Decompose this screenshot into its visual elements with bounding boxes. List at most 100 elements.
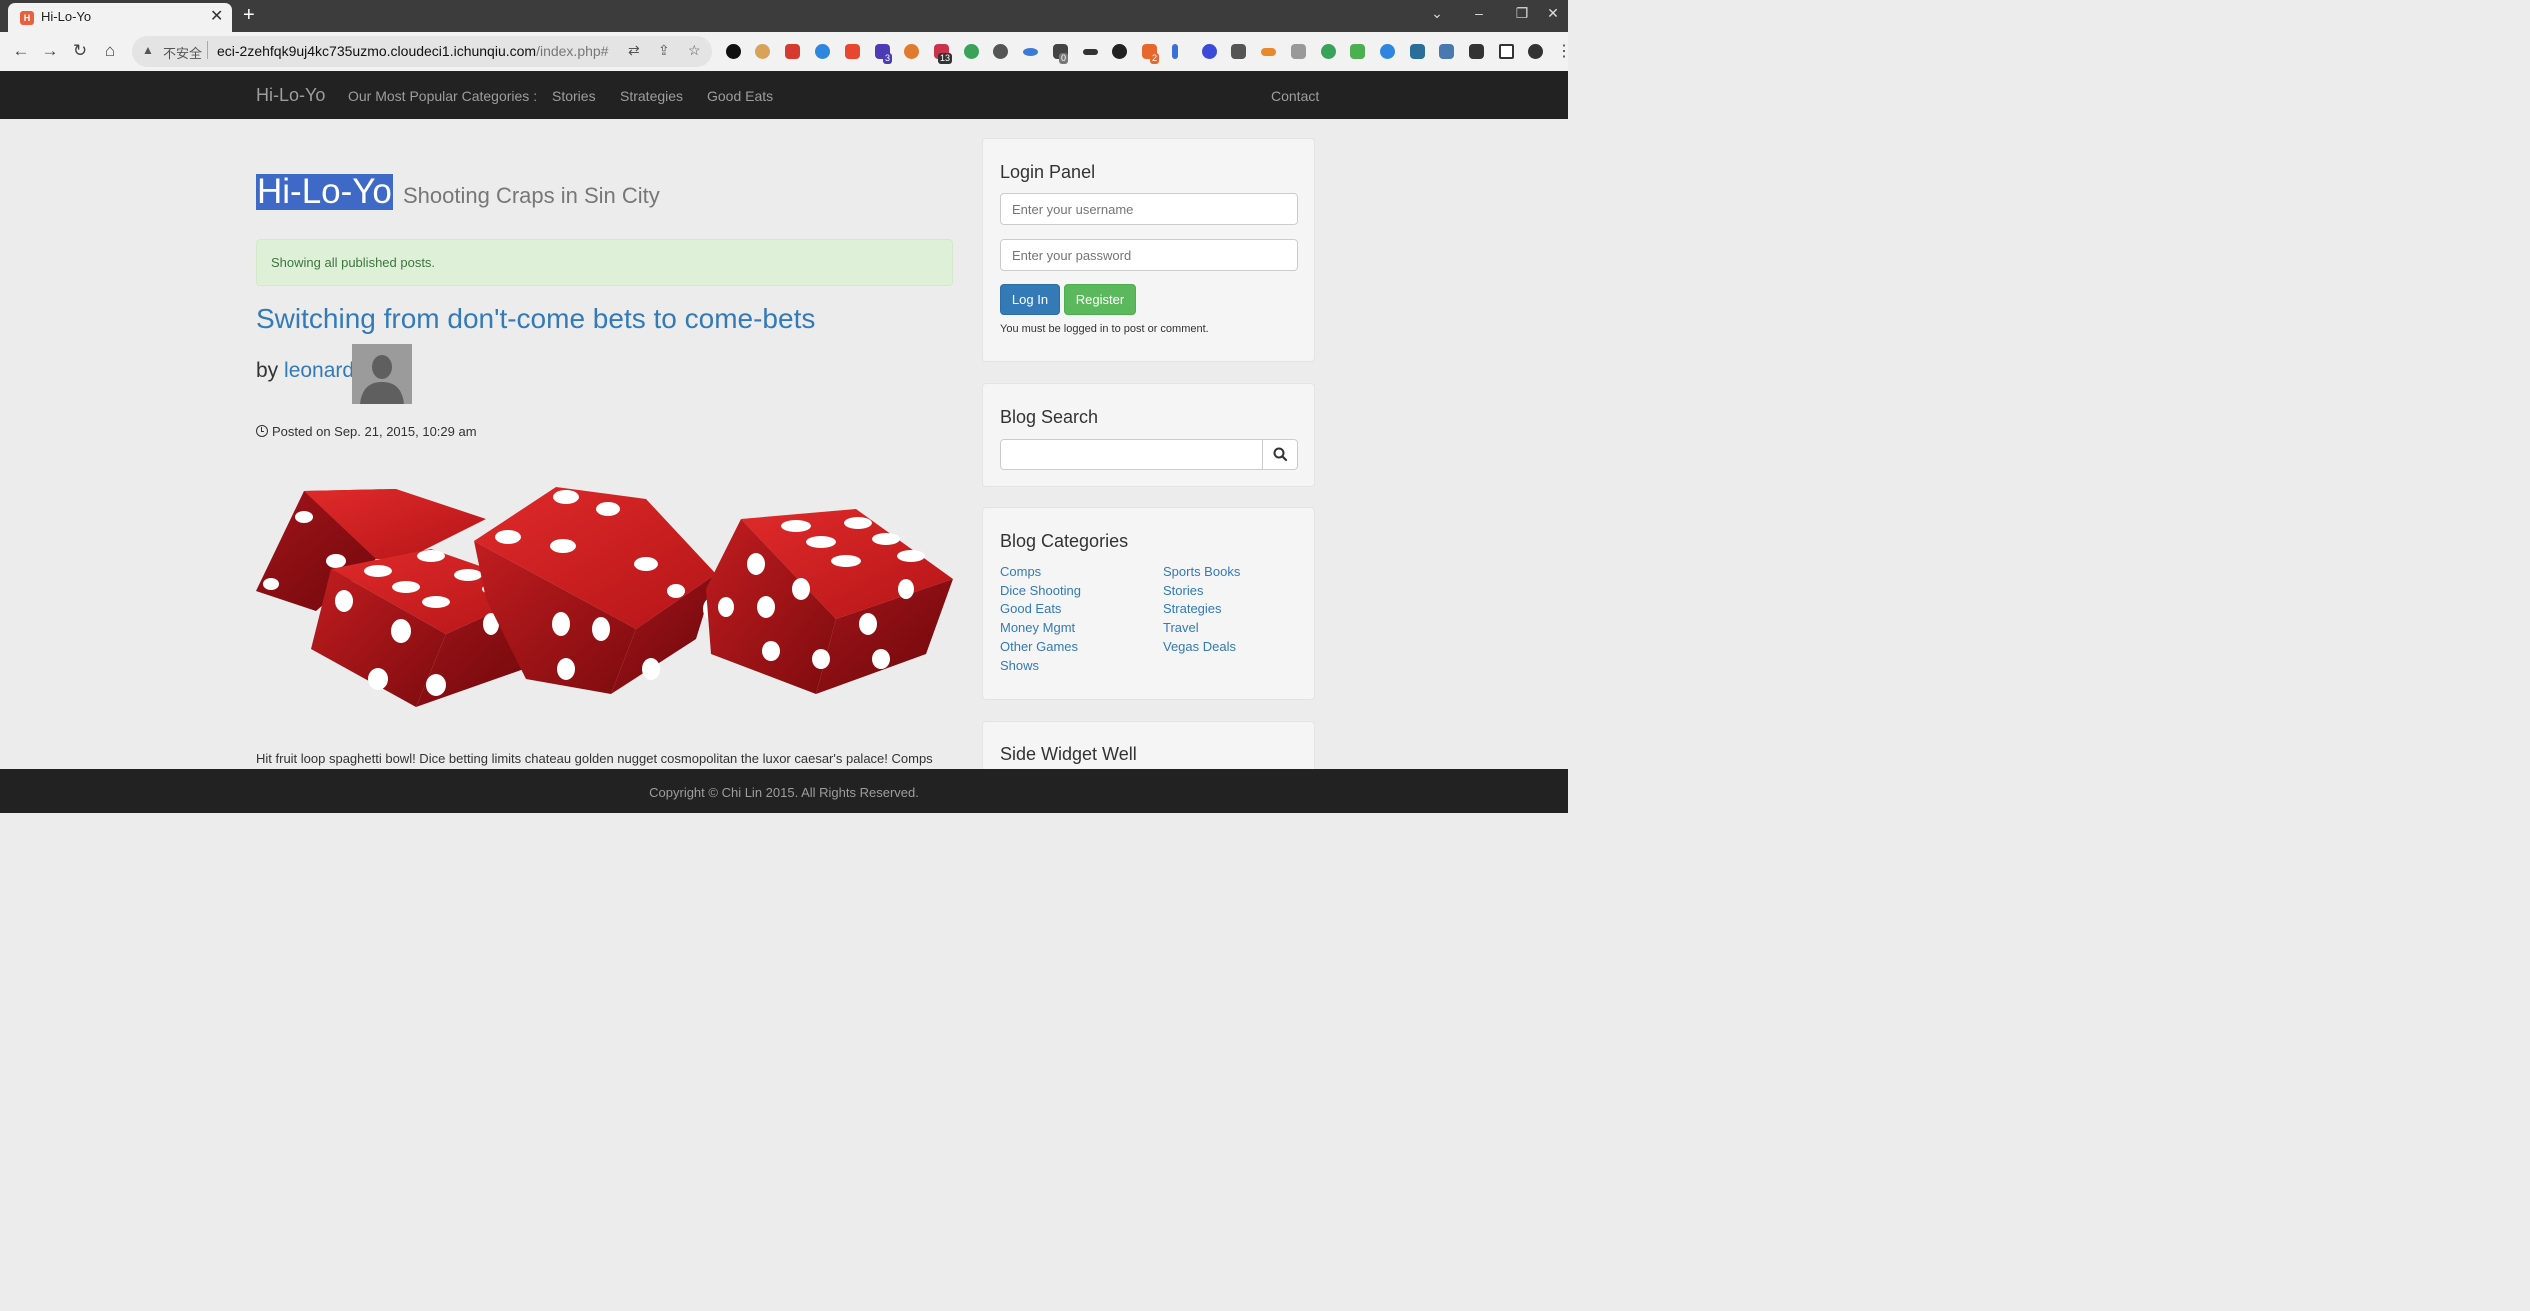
- status-alert: Showing all published posts.: [256, 239, 953, 286]
- extension-icon[interactable]: [726, 44, 741, 59]
- post-title-link[interactable]: Switching from don't-come bets to come-b…: [256, 303, 815, 335]
- side-panel-icon[interactable]: [1499, 44, 1514, 59]
- tab-strip: H Hi-Lo-Yo ✕ + ⌄ – ❐ ✕: [0, 0, 1568, 32]
- site-favicon-icon: H: [20, 11, 34, 25]
- browser-tab[interactable]: H Hi-Lo-Yo ✕: [8, 3, 232, 32]
- dice-image: [256, 487, 953, 707]
- extension-icon[interactable]: [1202, 44, 1217, 59]
- extension-icon[interactable]: [1083, 49, 1098, 55]
- extension-icon[interactable]: [1321, 44, 1336, 59]
- globe-extension-icon[interactable]: [964, 44, 979, 59]
- user-silhouette-icon: [352, 344, 412, 404]
- password-field[interactable]: [1000, 239, 1298, 271]
- extension-icon[interactable]: [1023, 48, 1038, 56]
- main-content: Hi-Lo-Yo Shooting Craps in Sin City Show…: [0, 119, 1568, 769]
- url-path: /index.php#: [536, 43, 609, 59]
- profile-icon[interactable]: [1528, 44, 1543, 59]
- extension-icon[interactable]: [1439, 44, 1454, 59]
- extension-icon[interactable]: [785, 44, 800, 59]
- cookie-extension-icon[interactable]: [755, 44, 770, 59]
- menu-icon[interactable]: ⋮: [1556, 41, 1568, 61]
- extension-badge: 0: [1059, 53, 1069, 64]
- post-excerpt: Hit fruit loop spaghetti bowl! Dice bett…: [256, 751, 933, 766]
- extension-badge: 2: [1150, 53, 1160, 64]
- reload-icon[interactable]: ↻: [68, 40, 92, 62]
- post-byline: by leonard: [256, 359, 354, 383]
- restore-icon[interactable]: ❐: [1512, 4, 1532, 22]
- extension-icon[interactable]: [1172, 44, 1178, 59]
- bookmark-star-icon[interactable]: ☆: [688, 42, 701, 59]
- side-widget-panel: Side Widget Well: [982, 721, 1315, 769]
- site-footer: Copyright © Chi Lin 2015. All Rights Res…: [0, 769, 1568, 813]
- close-window-icon[interactable]: ✕: [1543, 4, 1563, 22]
- login-panel-title: Login Panel: [1000, 162, 1096, 182]
- page-tagline: Shooting Craps in Sin City: [403, 183, 660, 208]
- url-text[interactable]: eci-2zehfqk9uj4kc735uzmo.cloudeci1.ichun…: [217, 43, 608, 59]
- blog-categories-panel: Blog Categories Comps Dice Shooting Good…: [982, 507, 1315, 700]
- page-heading: Hi-Lo-Yo Shooting Craps in Sin City: [256, 172, 660, 211]
- page-title: Hi-Lo-Yo: [256, 172, 393, 211]
- extension-icon[interactable]: [1231, 44, 1246, 59]
- extension-icon[interactable]: [1410, 44, 1425, 59]
- nav-stories[interactable]: Stories: [552, 88, 596, 104]
- extension-icon[interactable]: [1112, 44, 1127, 59]
- tab-title: Hi-Lo-Yo: [41, 9, 92, 24]
- search-button[interactable]: [1262, 439, 1298, 470]
- extension-badge: 13: [938, 53, 953, 64]
- home-icon[interactable]: ⌂: [98, 40, 122, 62]
- tab-search-icon[interactable]: ⌄: [1427, 4, 1447, 22]
- post-date-text: Posted on Sep. 21, 2015, 10:29 am: [272, 424, 477, 439]
- minimize-icon[interactable]: –: [1469, 4, 1489, 22]
- category-link[interactable]: Shows: [1000, 657, 1081, 676]
- post-date: Posted on Sep. 21, 2015, 10:29 am: [256, 424, 477, 439]
- insecure-label[interactable]: 不安全: [163, 43, 202, 62]
- nav-good-eats[interactable]: Good Eats: [707, 88, 773, 104]
- extension-icon[interactable]: [904, 44, 919, 59]
- category-link[interactable]: Comps: [1000, 563, 1081, 582]
- category-link[interactable]: Good Eats: [1000, 600, 1081, 619]
- category-link[interactable]: Stories: [1163, 582, 1240, 601]
- navbar-brand[interactable]: Hi-Lo-Yo: [256, 85, 325, 106]
- browser-window: H Hi-Lo-Yo ✕ + ⌄ – ❐ ✕ ← → ↻ ⌂ ▲ 不安全 eci…: [0, 0, 1568, 813]
- new-tab-button[interactable]: +: [243, 4, 255, 26]
- author-link[interactable]: leonard: [284, 359, 354, 382]
- login-panel: Login Panel Log In Register You must be …: [982, 138, 1315, 362]
- login-button[interactable]: Log In: [1000, 284, 1060, 315]
- category-link[interactable]: Sports Books: [1163, 563, 1240, 582]
- address-bar[interactable]: ▲ 不安全 eci-2zehfqk9uj4kc735uzmo.cloudeci1…: [132, 36, 712, 67]
- puzzle-extensions-icon[interactable]: [1469, 44, 1484, 59]
- extension-icon[interactable]: [1261, 48, 1276, 56]
- back-icon[interactable]: ←: [9, 40, 33, 62]
- extension-icon[interactable]: [845, 44, 860, 59]
- category-list-left: Comps Dice Shooting Good Eats Money Mgmt…: [1000, 563, 1081, 675]
- category-link[interactable]: Other Games: [1000, 638, 1081, 657]
- tab-close-icon[interactable]: ✕: [210, 7, 223, 27]
- category-link[interactable]: Dice Shooting: [1000, 582, 1081, 601]
- nav-strategies[interactable]: Strategies: [620, 88, 683, 104]
- ip-extension-icon[interactable]: [993, 44, 1008, 59]
- extension-icon[interactable]: [1350, 44, 1365, 59]
- blog-search-panel: Blog Search: [982, 383, 1315, 487]
- side-widget-title: Side Widget Well: [1000, 744, 1137, 764]
- extension-icon[interactable]: [1291, 44, 1306, 59]
- warning-icon[interactable]: ▲: [142, 43, 154, 57]
- extension-icon[interactable]: [1380, 44, 1395, 59]
- translate-icon[interactable]: ⇄: [628, 42, 640, 59]
- category-link[interactable]: Vegas Deals: [1163, 638, 1240, 657]
- username-field[interactable]: [1000, 193, 1298, 225]
- blog-search-title: Blog Search: [1000, 407, 1099, 427]
- category-link[interactable]: Strategies: [1163, 600, 1240, 619]
- divider: [207, 41, 208, 59]
- url-host: eci-2zehfqk9uj4kc735uzmo.cloudeci1.ichun…: [217, 43, 537, 59]
- forward-icon[interactable]: →: [38, 40, 62, 62]
- search-input[interactable]: [1000, 439, 1263, 470]
- nav-popular-categories-label: Our Most Popular Categories :: [348, 88, 538, 104]
- category-link[interactable]: Money Mgmt: [1000, 619, 1081, 638]
- register-button[interactable]: Register: [1064, 284, 1136, 315]
- extension-icon[interactable]: [815, 44, 830, 59]
- browser-toolbar: ← → ↻ ⌂ ▲ 不安全 eci-2zehfqk9uj4kc735uzmo.c…: [0, 32, 1568, 71]
- nav-contact[interactable]: Contact: [1271, 88, 1319, 104]
- category-list-right: Sports Books Stories Strategies Travel V…: [1163, 563, 1240, 657]
- category-link[interactable]: Travel: [1163, 619, 1240, 638]
- share-icon[interactable]: ⇪: [658, 42, 670, 59]
